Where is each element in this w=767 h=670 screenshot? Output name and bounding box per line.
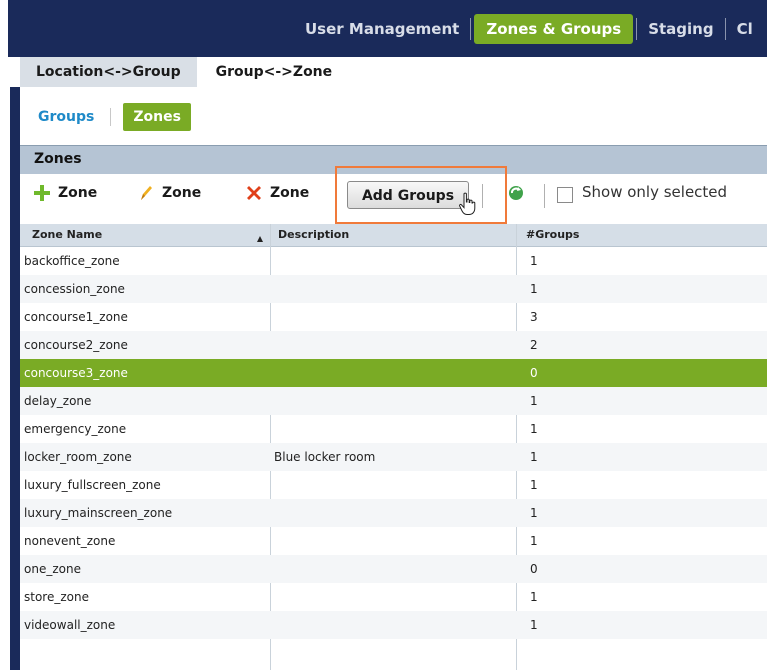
zone-name-cell: backoffice_zone (24, 254, 120, 268)
zone-name-cell: concourse1_zone (24, 310, 128, 324)
groups-count-cell: 0 (530, 562, 538, 576)
show-only-selected-label: Show only selected (582, 183, 728, 201)
tab-group-zone[interactable]: Group<->Zone (199, 57, 349, 87)
subtab-zones[interactable]: Zones (123, 103, 191, 131)
table-row[interactable]: backoffice_zone 1 (20, 247, 767, 275)
table-row[interactable]: luxury_mainscreen_zone 1 (20, 499, 767, 527)
groups-count-cell: 0 (530, 366, 538, 380)
table-row[interactable]: luxury_fullscreen_zone 1 (20, 471, 767, 499)
table-header: Zone Name Description #Groups (20, 224, 767, 247)
groups-count-cell: 3 (530, 310, 538, 324)
table-row[interactable]: concourse1_zone 3 (20, 303, 767, 331)
zone-name-cell: nonevent_zone (24, 534, 116, 548)
zone-name-cell: locker_room_zone (24, 450, 132, 464)
edit-zone-button[interactable]: Zone (136, 174, 201, 212)
nav-staging[interactable]: Staging (640, 14, 721, 44)
groups-count-cell: 1 (530, 506, 538, 520)
content-frame: Groups Zones Zones Zone Zone Zone Add Gr… (10, 87, 767, 670)
groups-count-cell: 1 (530, 394, 538, 408)
table-row[interactable]: nonevent_zone 1 (20, 527, 767, 555)
groups-count-cell: 1 (530, 534, 538, 548)
nav-divider (470, 18, 472, 40)
delete-zone-button[interactable]: Zone (244, 174, 309, 212)
subtab-groups[interactable]: Groups (34, 103, 98, 131)
groups-count-cell: 1 (530, 450, 538, 464)
groups-count-cell: 2 (530, 338, 538, 352)
nav-divider (636, 18, 638, 40)
table-row[interactable]: one_zone 0 (20, 555, 767, 583)
refresh-icon (506, 183, 526, 203)
add-zone-button[interactable]: Zone (32, 174, 97, 212)
groups-count-cell: 1 (530, 422, 538, 436)
zone-name-cell: one_zone (24, 562, 81, 576)
nav-divider (724, 18, 726, 40)
column-description[interactable]: Description (278, 224, 349, 246)
zone-name-cell: store_zone (24, 590, 89, 604)
table-row[interactable]: videowall_zone 1 (20, 611, 767, 639)
add-zone-label: Zone (58, 185, 98, 201)
column-zone-name[interactable]: Zone Name (32, 224, 102, 246)
zones-table-body: backoffice_zone 1 concession_zone 1 concours… (20, 247, 767, 670)
zone-name-cell: videowall_zone (24, 618, 116, 632)
hand-cursor-icon (458, 192, 478, 220)
toolbar-divider (544, 184, 545, 208)
show-only-selected-checkbox[interactable] (557, 187, 573, 203)
plus-icon (32, 183, 52, 203)
groups-count-cell: 1 (530, 618, 538, 632)
table-row[interactable]: delay_zone 1 (20, 387, 767, 415)
main-nav: User Management Zones & Groups Staging C… (297, 14, 761, 44)
add-groups-highlight (335, 166, 507, 224)
table-row[interactable]: concourse3_zone 0 (20, 359, 767, 387)
sort-ascending-icon (256, 229, 264, 248)
delete-x-icon (244, 183, 264, 203)
main-tabs: Location<->Group Group<->Zone (20, 57, 351, 87)
edit-zone-label: Zone (162, 185, 202, 201)
content-area: Groups Zones Zones Zone Zone Zone Add Gr… (20, 87, 767, 670)
groups-count-cell: 1 (530, 478, 538, 492)
table-row[interactable]: locker_room_zone Blue locker room 1 (20, 443, 767, 471)
delete-zone-label: Zone (270, 185, 310, 201)
refresh-button[interactable] (506, 174, 532, 212)
table-row[interactable]: emergency_zone 1 (20, 415, 767, 443)
zone-name-cell: luxury_mainscreen_zone (24, 506, 173, 520)
zone-name-cell: concession_zone (24, 282, 125, 296)
panel-title: Zones (34, 151, 82, 167)
zone-name-cell: delay_zone (24, 394, 92, 408)
top-nav-bar: User Management Zones & Groups Staging C… (8, 0, 767, 57)
sub-tabs: Groups Zones (34, 103, 191, 131)
column-groups[interactable]: #Groups (526, 224, 579, 246)
table-row[interactable]: store_zone 1 (20, 583, 767, 611)
nav-zones-groups[interactable]: Zones & Groups (474, 14, 634, 44)
subtab-divider (110, 108, 112, 126)
zone-name-cell: concourse2_zone (24, 338, 128, 352)
pencil-icon (136, 183, 156, 203)
nav-user-management[interactable]: User Management (297, 14, 467, 44)
groups-count-cell: 1 (530, 590, 538, 604)
table-row[interactable]: concession_zone 1 (20, 275, 767, 303)
groups-count-cell: 1 (530, 282, 538, 296)
tab-location-group[interactable]: Location<->Group (20, 57, 197, 87)
description-cell: Blue locker room (274, 450, 376, 464)
zone-name-cell: luxury_fullscreen_zone (24, 478, 161, 492)
groups-count-cell: 1 (530, 254, 538, 268)
table-row[interactable]: concourse2_zone 2 (20, 331, 767, 359)
zone-name-cell: emergency_zone (24, 422, 127, 436)
zone-name-cell: concourse3_zone (24, 366, 128, 380)
nav-truncated-item[interactable]: Cl (729, 14, 761, 44)
